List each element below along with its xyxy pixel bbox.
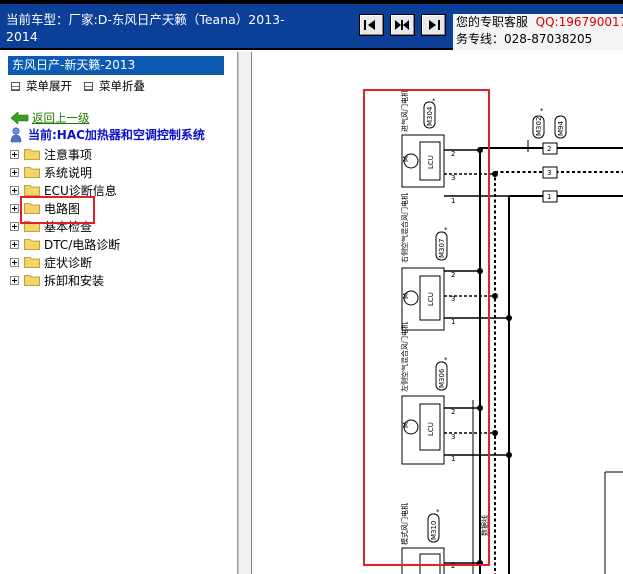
pin-label: 3: [451, 295, 455, 303]
motor-symbol: M: [402, 156, 410, 162]
tree-item-label: 基本检查: [44, 219, 93, 234]
connector-label: M310: [430, 521, 438, 540]
tree-item-label: ECU诊断信息: [44, 183, 117, 198]
asterisk: *: [432, 97, 436, 105]
motor-symbol: M: [402, 293, 410, 299]
user-icon: [10, 126, 22, 142]
folder-icon: [24, 185, 40, 196]
sidebar: 东风日产-新天籁-2013 菜单展开 菜单折叠 返回上一级 当前:HAC加热器和…: [0, 52, 238, 574]
app-header: 当前车型：厂家:D-东风日产天籁（Teana）2013-2014 您的专职客服 …: [0, 0, 623, 50]
expand-plus-icon[interactable]: [10, 185, 19, 195]
connector-label: M304: [426, 106, 434, 126]
asterisk: *: [444, 356, 448, 364]
folder-icon: [24, 203, 40, 214]
customer-service-panel: 您的专职客服 QQ:1967900178 务专线：028-87038205: [453, 14, 623, 50]
expand-plus-icon[interactable]: [10, 149, 19, 159]
tree-item-label: 症状诊断: [44, 255, 93, 270]
expand-plus-icon[interactable]: [10, 257, 19, 267]
service-label: 您的专职客服: [456, 15, 529, 29]
sidebar-scrollbar[interactable]: [238, 52, 252, 574]
data-line-label: 数据线: [480, 515, 489, 536]
expand-plus-icon[interactable]: [10, 239, 19, 249]
connector-label: M302: [535, 117, 543, 136]
folder-icon: [24, 239, 40, 250]
lcu-label: LCU: [427, 292, 435, 306]
current-section: 当前:HAC加热器和空调控制系统: [10, 126, 205, 143]
tree-item-precautions[interactable]: 注意事项: [10, 146, 92, 162]
wiring-diagram: 2 3 1 M302 M94 * M LCU 进气风门电机 M304 2 3 1: [400, 90, 623, 574]
menu-expand-label: 菜单展开: [26, 79, 72, 93]
vehicle-title: 当前车型：厂家:D-东风日产天籁（Teana）2013-2014: [6, 12, 285, 44]
menu-collapse-button[interactable]: 菜单折叠: [84, 78, 145, 94]
motor-name: 模式风门电机: [400, 503, 409, 545]
current-section-label: 当前:HAC加热器和空调控制系统: [28, 128, 205, 142]
expand-plus-icon[interactable]: [10, 221, 19, 231]
pin-label: 1: [451, 197, 455, 205]
lcu-label: LCU: [427, 422, 435, 436]
tree-item-dtc-diagnosis[interactable]: DTC/电路诊断: [10, 236, 120, 252]
tree-item-label: 注意事项: [44, 147, 93, 162]
fit-page-icon: [395, 20, 409, 30]
model-bar: 东风日产-新天籁-2013: [8, 56, 224, 75]
header-top-strip: [0, 0, 623, 4]
folder-icon: [24, 167, 40, 178]
expand-plus-icon[interactable]: [10, 203, 19, 213]
prev-page-button[interactable]: [359, 14, 384, 36]
service-qq[interactable]: QQ:1967900178: [536, 15, 623, 29]
lcu-label: LCU: [427, 155, 435, 169]
pin-label: 1: [451, 455, 455, 463]
menu-expand-button[interactable]: 菜单展开: [11, 78, 72, 94]
tree-item-ecu-diagnosis[interactable]: ECU诊断信息: [10, 182, 117, 198]
service-hotline: 务专线：028-87038205: [456, 32, 593, 46]
right-pin-label: 3: [547, 169, 551, 177]
pin-label: 2: [451, 562, 455, 570]
folder-icon: [24, 221, 40, 232]
menu-collapse-label: 菜单折叠: [99, 79, 145, 93]
back-link-label: 返回上一级: [32, 111, 90, 125]
back-link[interactable]: 返回上一级: [11, 110, 90, 126]
next-page-icon: [429, 20, 440, 30]
connector-label: M94: [557, 121, 565, 136]
right-pin-label: 2: [547, 145, 551, 153]
folder-icon: [24, 149, 40, 160]
asterisk: *: [436, 508, 440, 516]
asterisk: *: [444, 226, 448, 234]
prev-page-icon: [364, 20, 375, 30]
motor-name: 右侧空气混合风门电机: [400, 193, 409, 263]
tree-item-symptom-diagnosis[interactable]: 症状诊断: [10, 254, 92, 270]
expand-plus-icon[interactable]: [10, 167, 19, 177]
motor-name: 进气风门电机: [400, 90, 409, 132]
pin-label: 1: [451, 318, 455, 326]
wiring-diagram-view[interactable]: 2 3 1 M302 M94 * M LCU 进气风门电机 M304 2 3 1: [253, 52, 623, 574]
collapse-icon: [84, 81, 93, 91]
tree-item-label: DTC/电路诊断: [44, 237, 121, 252]
pin-label: 2: [451, 271, 455, 279]
tree-item-basic-inspection[interactable]: 基本检查: [10, 218, 92, 234]
connector-label: M307: [438, 239, 446, 258]
folder-icon: [24, 275, 40, 286]
pin-label: 3: [451, 433, 455, 441]
pin-label: 3: [451, 174, 455, 182]
tree-item-label: 拆卸和安装: [44, 273, 105, 288]
expand-icon: [11, 81, 20, 91]
folder-icon: [24, 257, 40, 268]
motor-name: 左侧空气混合风门电机: [400, 322, 409, 392]
connector-label: M306: [438, 368, 446, 388]
motor-symbol: M: [402, 422, 410, 428]
next-page-button[interactable]: [421, 14, 446, 36]
tree-item-label: 系统说明: [44, 165, 93, 180]
pin-label: 2: [451, 150, 455, 158]
expand-plus-icon[interactable]: [10, 275, 19, 285]
motor-mode-door: [401, 513, 483, 574]
fit-page-button[interactable]: [390, 14, 415, 36]
tree-item-label: 电路图: [44, 201, 81, 216]
right-pin-label: 1: [547, 193, 551, 201]
tree-item-system-description[interactable]: 系统说明: [10, 164, 92, 180]
tree-item-wiring-diagram[interactable]: 电路图: [10, 200, 80, 216]
pin-label: 2: [451, 408, 455, 416]
tree-item-removal-installation[interactable]: 拆卸和安装: [10, 272, 104, 288]
asterisk: *: [540, 107, 544, 115]
back-arrow-icon: [11, 112, 29, 124]
